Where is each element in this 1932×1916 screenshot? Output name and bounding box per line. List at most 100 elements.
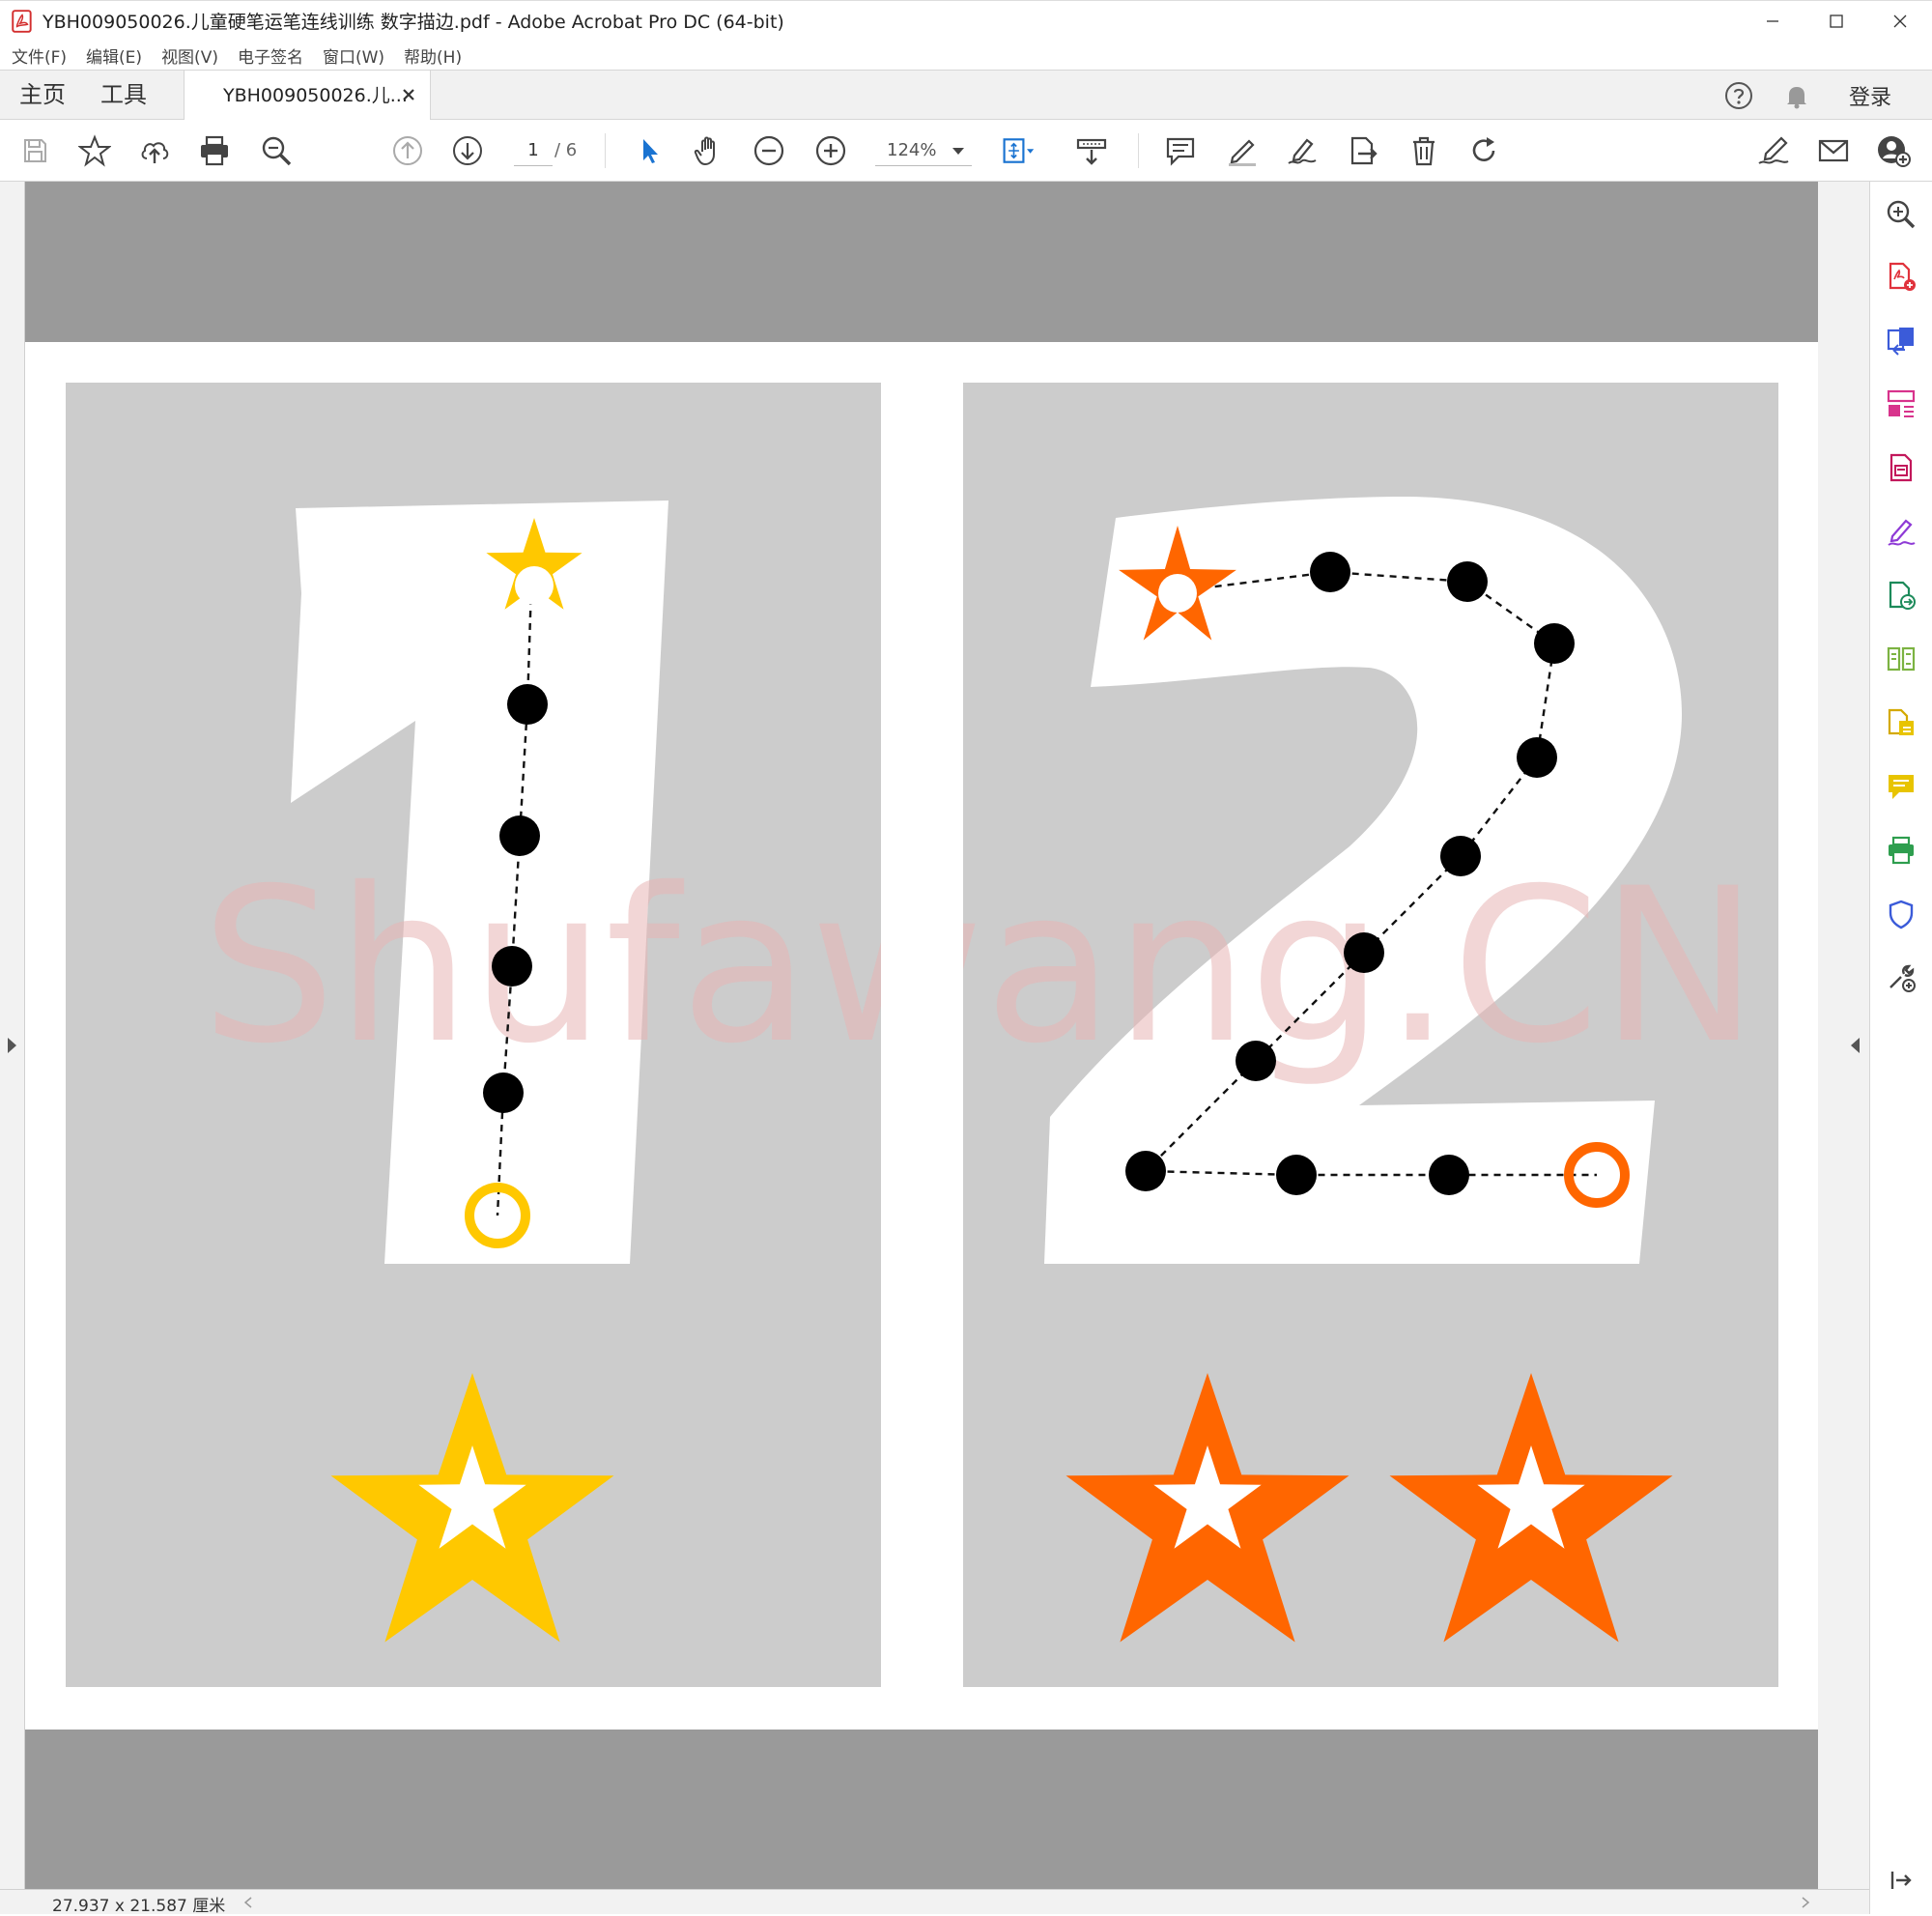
print-icon: [201, 135, 228, 166]
page-number-input[interactable]: 1: [514, 135, 553, 166]
menu-view[interactable]: 视图(V): [161, 43, 218, 68]
tracing-dot: [1276, 1155, 1317, 1195]
email-button[interactable]: [1816, 133, 1851, 168]
tracing-dot: [1236, 1041, 1276, 1081]
tab-close-icon[interactable]: [399, 85, 418, 104]
tool-export-pdf[interactable]: [1884, 323, 1918, 357]
horizontal-scrollbar[interactable]: [240, 1894, 1814, 1911]
bell-icon[interactable]: [1781, 80, 1812, 111]
close-window-button[interactable]: [1868, 1, 1932, 42]
tool-compare[interactable]: [1884, 642, 1918, 676]
panel-digit-two: Shufawang.CN: [963, 383, 1778, 1687]
maximize-button[interactable]: [1804, 1, 1868, 42]
toolbar: 1 / 6 124%: [0, 120, 1932, 182]
page-down-icon: [453, 136, 482, 165]
start-point: [515, 566, 554, 605]
tool-create-pdf[interactable]: [1884, 259, 1918, 294]
tool-more[interactable]: [1884, 960, 1918, 995]
window-title: YBH009050026.儿童硬笔运笔连线训练 数字描边.pdf - Adobe…: [43, 12, 784, 33]
scroll-mode-button[interactable]: [1074, 133, 1109, 168]
bookmark-star-icon: [78, 134, 111, 167]
tab-home[interactable]: 主页: [19, 71, 66, 119]
highlight-button[interactable]: [1225, 133, 1260, 168]
zoom-level-select[interactable]: 124%: [875, 135, 972, 166]
upload-button[interactable]: [137, 133, 172, 168]
menu-edit[interactable]: 编辑(E): [86, 43, 142, 68]
zoom-in-button[interactable]: [813, 133, 848, 168]
highlight-pen-icon: [1229, 139, 1256, 166]
fill-sign-icon: [1758, 136, 1789, 164]
select-tool-button[interactable]: [632, 133, 667, 168]
previous-page-button[interactable]: [390, 133, 425, 168]
expand-left-pane-icon[interactable]: [8, 1038, 16, 1053]
hand-tool-button[interactable]: [692, 133, 726, 168]
tool-zoom[interactable]: [1884, 197, 1918, 232]
save-button[interactable]: [17, 133, 52, 168]
help-icon[interactable]: [1723, 80, 1754, 111]
tracing-dot: [1534, 623, 1575, 664]
menu-esign[interactable]: 电子签名: [238, 43, 303, 68]
tool-print-production[interactable]: [1884, 833, 1918, 868]
rotate-button[interactable]: [1466, 133, 1501, 168]
tool-comment[interactable]: [1884, 769, 1918, 804]
maximize-icon: [1830, 14, 1843, 28]
tab-bar: 主页 工具 YBH009050026.儿... 登录: [0, 70, 1932, 121]
login-link[interactable]: 登录: [1849, 80, 1891, 111]
menu-file[interactable]: 文件(F): [12, 43, 67, 68]
fill-sign-button[interactable]: [1756, 133, 1791, 168]
document-viewport[interactable]: Shufawang.CN Shufawang.CN: [0, 182, 1869, 1889]
tracing-dot: [492, 946, 532, 987]
fill-sign-tool-icon: [1888, 519, 1916, 546]
minimize-icon: [1767, 20, 1778, 22]
status-bar: 27.937 x 21.587 厘米: [0, 1889, 1869, 1916]
menu-window[interactable]: 窗口(W): [323, 43, 384, 68]
print-button[interactable]: [197, 133, 232, 168]
expand-tools-pane[interactable]: [1884, 1863, 1918, 1898]
digit-two-tracing: Shufawang.CN: [963, 497, 1759, 1643]
right-pane-toggle-strip[interactable]: [1818, 182, 1869, 1889]
tool-fill-sign[interactable]: [1884, 514, 1918, 549]
next-page-button[interactable]: [450, 133, 485, 168]
tracing-dot: [1429, 1155, 1469, 1195]
collapse-right-pane-icon[interactable]: [1851, 1038, 1860, 1053]
share-user-button[interactable]: [1876, 133, 1911, 168]
upload-cloud-icon: [141, 142, 169, 163]
start-point: [1158, 574, 1197, 613]
delete-button[interactable]: [1406, 133, 1441, 168]
pdf-page: Shufawang.CN Shufawang.CN: [25, 342, 1818, 1730]
title-bar: YBH009050026.儿童硬笔运笔连线训练 数字描边.pdf - Adobe…: [0, 0, 1932, 41]
zoom-out-button[interactable]: [752, 133, 786, 168]
sign-pen-icon: [1288, 138, 1317, 164]
delete-icon: [1413, 136, 1435, 166]
zoom-level-value: 124%: [887, 140, 937, 160]
email-icon: [1818, 139, 1849, 162]
tab-tools[interactable]: 工具: [100, 71, 147, 119]
tool-protect[interactable]: [1884, 897, 1918, 931]
tool-organize-pages[interactable]: [1884, 386, 1918, 421]
share-file-icon: [1350, 136, 1378, 165]
watermark-left: Shufawang.CN: [201, 843, 881, 1090]
comment-tool-icon: [1889, 775, 1914, 799]
comment-button[interactable]: [1163, 133, 1198, 168]
find-button[interactable]: [259, 133, 294, 168]
comment-icon: [1166, 137, 1195, 166]
toolbar-divider: [1138, 133, 1139, 168]
share-user-icon: [1878, 136, 1911, 167]
print-production-icon: [1889, 836, 1914, 865]
left-navigation-pane[interactable]: [0, 182, 25, 1889]
menu-help[interactable]: 帮助(H): [404, 43, 462, 68]
tools-pane: [1869, 182, 1932, 1914]
digit-one-tracing: Shufawang.CN: [201, 500, 881, 1643]
minimize-button[interactable]: [1741, 1, 1804, 42]
share-file-button[interactable]: [1345, 133, 1379, 168]
tab-document[interactable]: YBH009050026.儿...: [184, 71, 431, 121]
zoom-search-icon: [262, 136, 292, 166]
draw-button[interactable]: [1285, 133, 1320, 168]
bookmark-button[interactable]: [77, 133, 112, 168]
tool-send-review[interactable]: [1884, 578, 1918, 613]
tool-combine-files[interactable]: [1884, 705, 1918, 740]
fit-page-button[interactable]: [1001, 133, 1036, 168]
tool-edit-pdf[interactable]: [1884, 450, 1918, 485]
tracing-dot: [1344, 932, 1384, 973]
tracing-dot: [483, 1072, 524, 1113]
